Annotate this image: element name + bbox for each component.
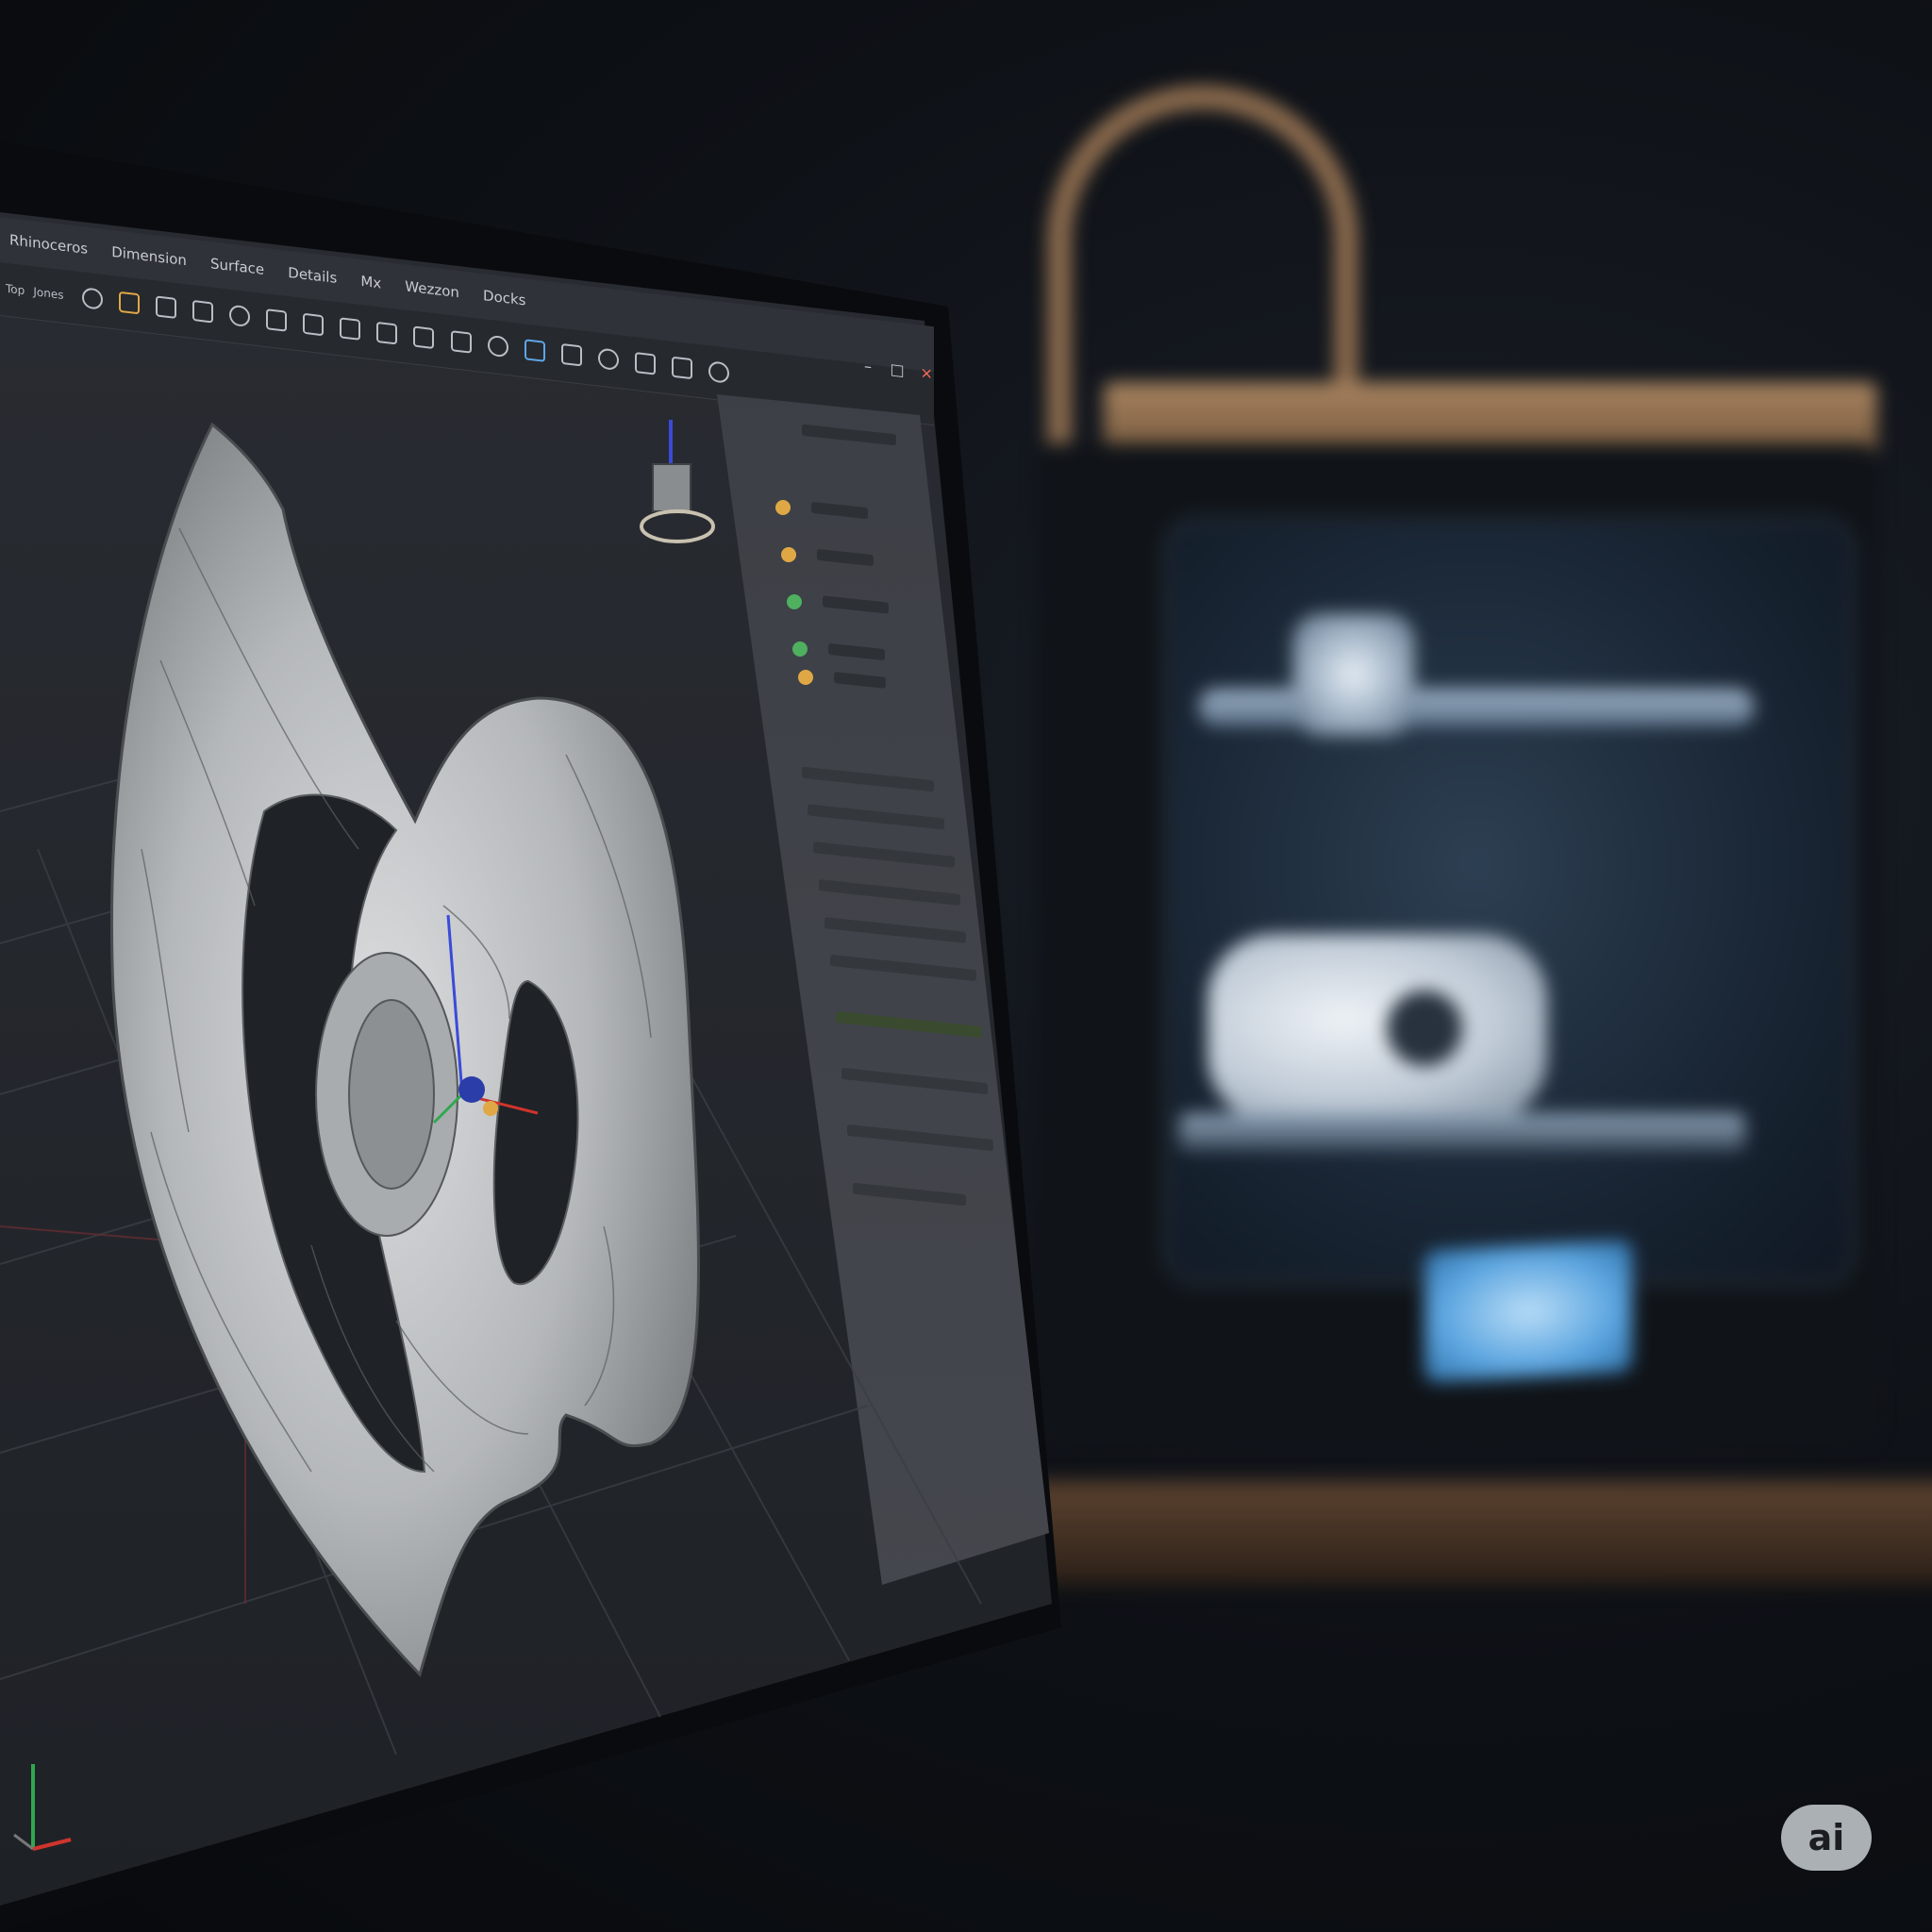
3d-model-viewport[interactable] (0, 0, 1932, 1932)
scene: Rhinoceros Dimension Surface Details Mx … (0, 0, 1932, 1932)
ai-watermark-badge: ai (1781, 1805, 1872, 1871)
view-cube[interactable] (638, 415, 741, 557)
3d-shell-model (110, 422, 700, 1677)
axis-indicator (13, 1764, 72, 1851)
